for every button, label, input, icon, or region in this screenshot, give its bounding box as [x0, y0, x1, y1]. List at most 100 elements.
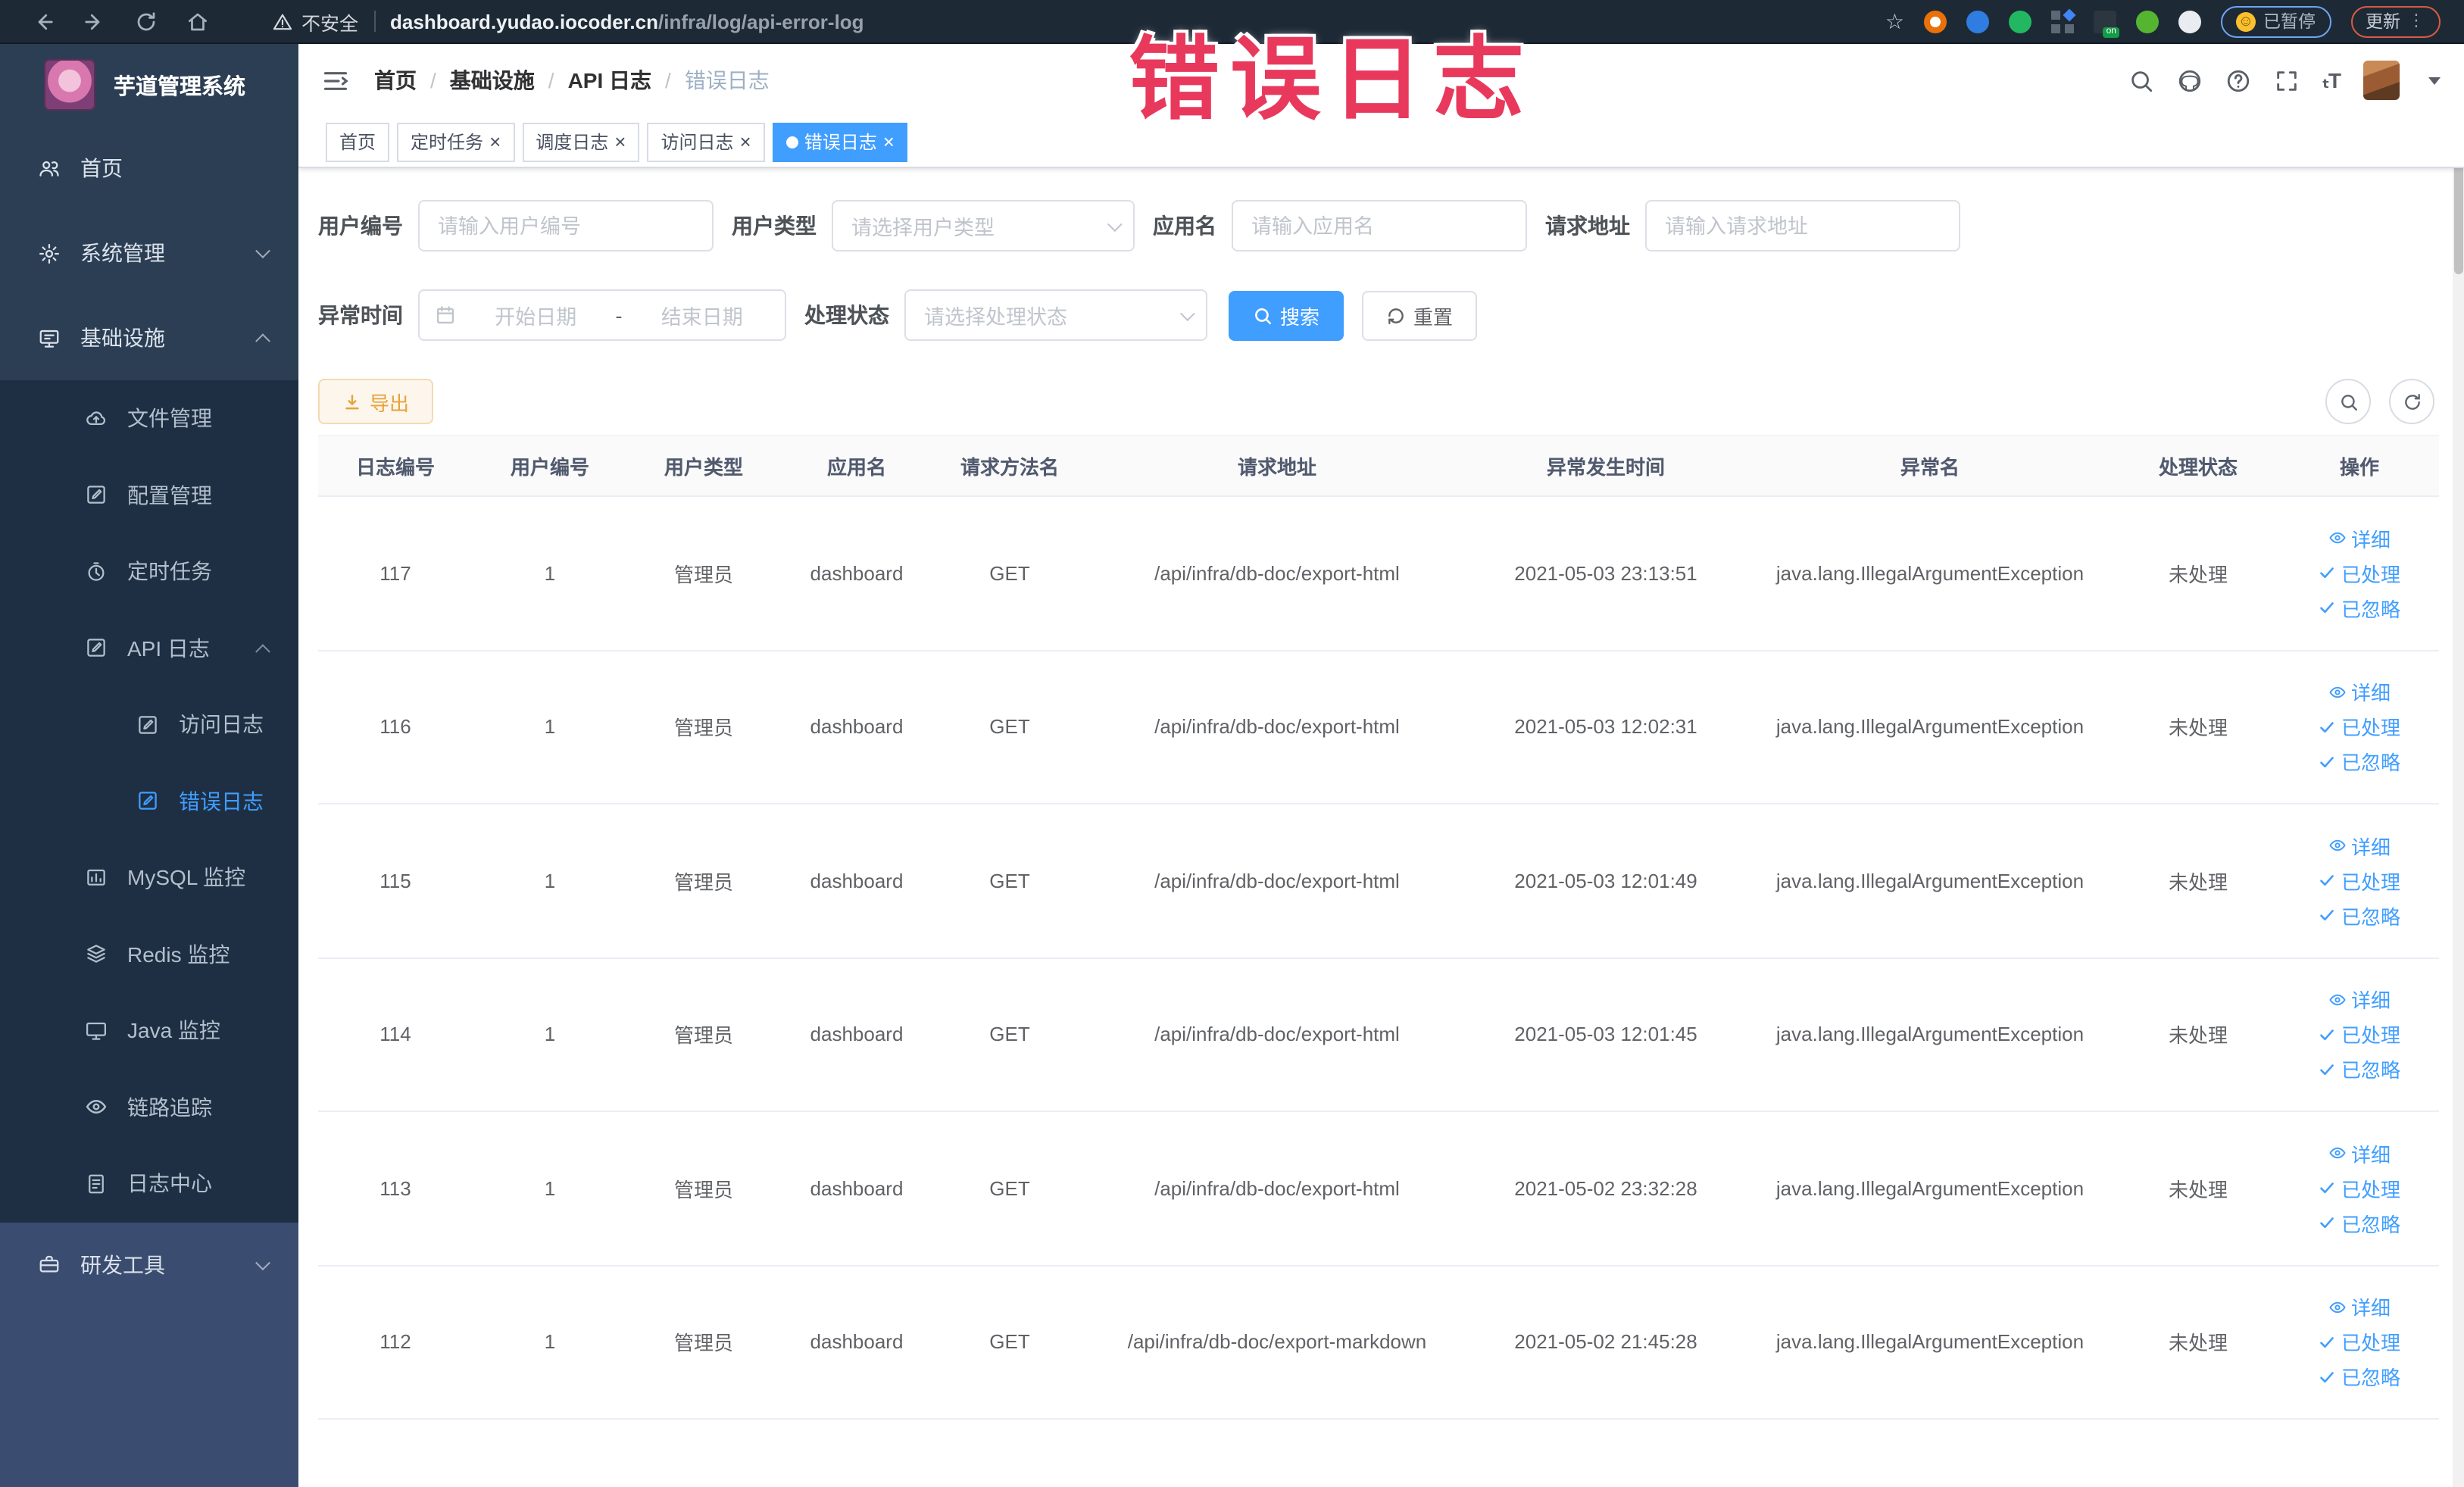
sidebar-item-redis[interactable]: Redis 监控	[0, 916, 298, 992]
github-icon[interactable]	[2176, 67, 2202, 93]
tag-错误日志[interactable]: 错误日志 ×	[772, 122, 908, 161]
search-toggle-button[interactable]	[2325, 379, 2371, 424]
processed-link[interactable]: 已处理	[2319, 1328, 2400, 1357]
export-button[interactable]: 导出	[318, 379, 434, 424]
orange-ring-extension-icon[interactable]	[1924, 10, 1947, 33]
search-button[interactable]: 搜索	[1229, 290, 1344, 340]
sidebar-item-access-log[interactable]: 访问日志	[0, 686, 298, 763]
green-circle-extension-icon[interactable]	[2009, 10, 2031, 33]
sidebar-item-file[interactable]: 文件管理	[0, 380, 298, 457]
table-cell: GET	[933, 1111, 1086, 1266]
reload-icon[interactable]	[130, 6, 161, 36]
sidebar-item-log-center[interactable]: 日志中心	[0, 1145, 298, 1222]
chart-icon	[85, 867, 108, 889]
grid-extension-icon[interactable]	[2051, 8, 2076, 33]
request-url-input[interactable]	[1645, 200, 1960, 251]
user-avatar[interactable]	[2363, 61, 2399, 100]
check-icon	[2319, 1061, 2337, 1079]
active-tag-dot	[785, 136, 798, 148]
ignored-link[interactable]: 已忽略	[2319, 594, 2400, 623]
processed-link[interactable]: 已处理	[2319, 559, 2400, 588]
breadcrumb-infra[interactable]: 基础设施	[450, 65, 535, 95]
check-icon	[2319, 564, 2337, 583]
tag-访问日志[interactable]: 访问日志 ×	[647, 122, 765, 161]
ignored-link[interactable]: 已忽略	[2319, 1055, 2400, 1084]
refresh-button[interactable]	[2389, 379, 2434, 424]
sidebar-item-dev-tools[interactable]: 研发工具	[0, 1222, 298, 1307]
table-cell: 1	[473, 804, 627, 958]
processed-link[interactable]: 已处理	[2319, 713, 2400, 742]
operations-cell: 详细 已处理 已忽略	[2280, 1265, 2439, 1420]
detail-link[interactable]: 详细	[2328, 1139, 2391, 1168]
detail-link[interactable]: 详细	[2328, 832, 2391, 861]
breadcrumb-home[interactable]: 首页	[374, 65, 417, 95]
reset-button[interactable]: 重置	[1362, 290, 1478, 340]
sidebar-item-config[interactable]: 配置管理	[0, 457, 298, 533]
tab-paused-badge[interactable]: ☺ 已暂停	[2221, 5, 2331, 37]
app-name-input[interactable]	[1232, 200, 1527, 251]
sidebar-item-error-log[interactable]: 错误日志	[0, 763, 298, 839]
sidebar-item-label: Java 监控	[127, 1018, 220, 1043]
paw-extension-icon[interactable]	[2178, 10, 2201, 33]
processed-link[interactable]: 已处理	[2319, 867, 2400, 895]
user-type-select[interactable]: 请选择用户类型	[832, 200, 1135, 251]
green-leaf-extension-icon[interactable]	[2136, 10, 2159, 33]
sidebar-item-job[interactable]: 定时任务	[0, 533, 298, 610]
ignored-link[interactable]: 已忽略	[2319, 748, 2400, 776]
table-cell: 未处理	[2116, 1111, 2280, 1266]
page-scrollbar[interactable]	[2452, 44, 2464, 1487]
fullscreen-icon[interactable]	[2273, 67, 2299, 93]
help-icon[interactable]	[2225, 67, 2250, 93]
processed-link[interactable]: 已处理	[2319, 1174, 2400, 1203]
chevron-down-icon[interactable]	[2428, 77, 2440, 84]
ignored-link[interactable]: 已忽略	[2319, 901, 2400, 930]
ignored-link[interactable]: 已忽略	[2319, 1363, 2400, 1392]
tag-调度日志[interactable]: 调度日志 ×	[522, 122, 640, 161]
process-status-select[interactable]: 请选择处理状态	[904, 289, 1207, 341]
timer-icon	[85, 561, 108, 583]
app-logo-row[interactable]: 芋道管理系统	[0, 44, 298, 126]
sidebar-item-api-log[interactable]: API 日志	[0, 610, 298, 686]
close-icon[interactable]: ×	[489, 132, 501, 152]
sidebar-item-java[interactable]: Java 监控	[0, 992, 298, 1069]
header-search-icon[interactable]	[2128, 67, 2153, 93]
detail-link[interactable]: 详细	[2328, 524, 2391, 553]
table-cell: java.lang.IllegalArgumentException	[1744, 650, 2116, 804]
bookmark-star-icon[interactable]: ☆	[1885, 11, 1904, 32]
close-icon[interactable]: ×	[740, 132, 751, 152]
sidebar-item-infra[interactable]: 基础设施	[0, 295, 298, 380]
sidebar-item-system[interactable]: 系统管理	[0, 211, 298, 295]
close-icon[interactable]: ×	[614, 132, 626, 152]
user-id-input[interactable]	[418, 200, 714, 251]
sidebar-item-home[interactable]: 首页	[0, 126, 298, 211]
ignored-link[interactable]: 已忽略	[2319, 1209, 2400, 1238]
processed-link[interactable]: 已处理	[2319, 1020, 2400, 1049]
text-size-icon[interactable]: ₜT	[2322, 67, 2341, 93]
home-icon[interactable]	[182, 6, 212, 36]
close-icon[interactable]: ×	[883, 132, 895, 152]
tag-首页[interactable]: 首页	[326, 122, 390, 161]
sidebar-item-mysql[interactable]: MySQL 监控	[0, 839, 298, 916]
detail-link[interactable]: 详细	[2328, 1293, 2391, 1322]
filter-row-1: 用户编号 用户类型 请选择用户类型 应用名 请求地址	[318, 200, 2464, 251]
sidebar-item-label: MySQL 监控	[127, 865, 246, 890]
update-button[interactable]: 更新 ⋮	[2350, 5, 2440, 37]
detail-link[interactable]: 详细	[2328, 678, 2391, 707]
exception-time-range-picker[interactable]: 开始日期 - 结束日期	[418, 289, 786, 341]
chevron-up-icon	[255, 333, 270, 349]
table-cell: /api/infra/db-doc/export-html	[1086, 496, 1468, 651]
breadcrumb-api-log[interactable]: API 日志	[568, 65, 651, 95]
detail-link[interactable]: 详细	[2328, 986, 2391, 1014]
check-icon	[2319, 872, 2337, 890]
hamburger-icon[interactable]	[321, 66, 350, 95]
address-bar[interactable]: 不安全 dashboard.yudao.iocoder.cn/infra/log…	[273, 7, 864, 36]
table-cell: 113	[318, 1111, 473, 1266]
kebab-menu-icon[interactable]: ⋮	[2408, 12, 2425, 30]
back-icon[interactable]	[27, 6, 58, 36]
tag-定时任务[interactable]: 定时任务 ×	[397, 122, 515, 161]
sidebar-item-trace[interactable]: 链路追踪	[0, 1069, 298, 1145]
forward-icon[interactable]	[79, 6, 109, 36]
tag-label: 访问日志	[661, 132, 734, 153]
proxy-on-extension-icon[interactable]	[2094, 10, 2119, 37]
blue-shield-extension-icon[interactable]	[1966, 10, 1989, 33]
